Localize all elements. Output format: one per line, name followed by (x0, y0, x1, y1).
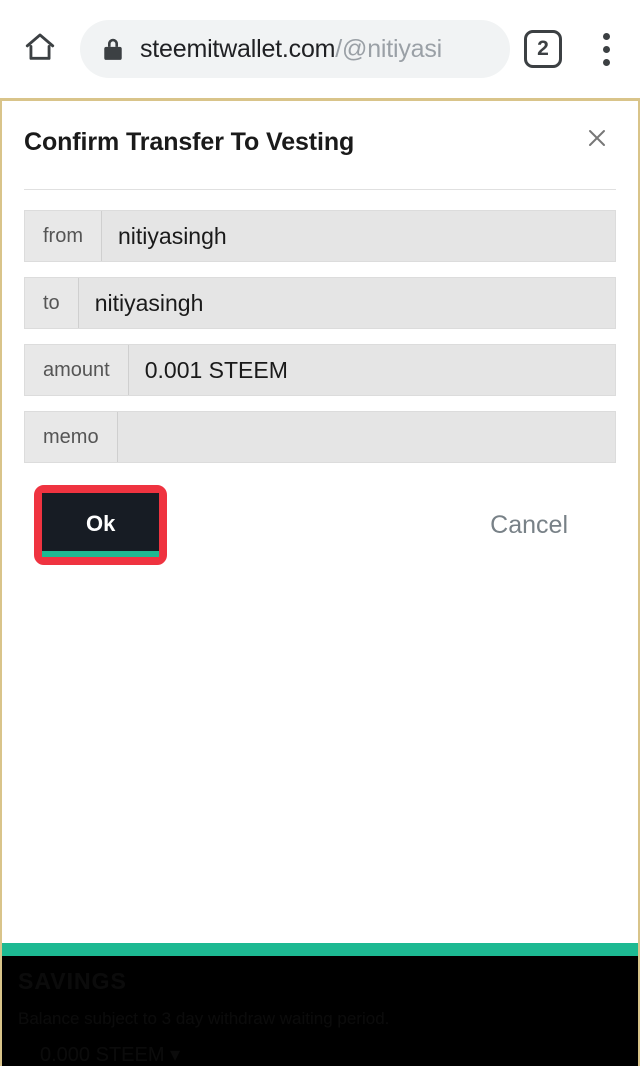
field-label-to: to (25, 278, 79, 328)
home-icon (23, 30, 57, 69)
browser-toolbar: steemitwallet.com/@nitiyasi 2 (0, 0, 640, 98)
menu-dot-3 (602, 58, 610, 66)
dialog-divider (24, 189, 616, 190)
field-row-from: from nitiyasingh (24, 210, 616, 262)
field-value-to[interactable]: nitiyasingh (78, 278, 615, 328)
confirm-transfer-dialog: Confirm Transfer To Vesting from nitiyas… (2, 101, 638, 565)
field-value-from[interactable]: nitiyasingh (102, 211, 615, 261)
menu-dot-1 (602, 32, 610, 40)
field-value-memo[interactable] (117, 412, 615, 462)
field-row-amount: amount 0.001 STEEM (24, 344, 616, 396)
savings-heading: SAVINGS (18, 968, 626, 996)
address-bar-text: steemitwallet.com/@nitiyasi (140, 35, 442, 64)
field-row-to: to nitiyasingh (24, 277, 616, 329)
url-domain: steemitwallet.com (140, 34, 336, 63)
tab-counter-button[interactable]: 2 (524, 30, 562, 68)
savings-steem-balance[interactable]: 0.000 STEEM ▾ (18, 1042, 626, 1066)
ok-button-highlight: Ok (34, 485, 168, 565)
field-value-amount[interactable]: 0.001 STEEM (128, 345, 615, 395)
accent-rule (2, 943, 638, 956)
page-viewport: Confirm Transfer To Vesting from nitiyas… (0, 98, 640, 1066)
savings-description: Balance subject to 3 day withdraw waitin… (18, 1008, 626, 1030)
home-button[interactable] (14, 23, 66, 75)
overflow-menu-icon[interactable] (586, 23, 626, 75)
close-button[interactable] (580, 123, 614, 157)
cancel-button[interactable]: Cancel (486, 505, 572, 546)
field-row-memo: memo (24, 411, 616, 463)
dialog-actions: Ok Cancel (22, 485, 618, 565)
close-icon (585, 126, 609, 155)
lock-icon (102, 37, 124, 61)
field-label-amount: amount (25, 345, 129, 395)
field-label-memo: memo (25, 412, 118, 462)
field-label-from: from (25, 211, 102, 261)
menu-dot-2 (602, 45, 610, 53)
dialog-header: Confirm Transfer To Vesting (22, 123, 618, 157)
address-bar[interactable]: steemitwallet.com/@nitiyasi (80, 20, 510, 78)
dialog-title: Confirm Transfer To Vesting (24, 128, 355, 156)
url-path: /@nitiyasi (335, 34, 443, 63)
dimmed-page-content: SAVINGS Balance subject to 3 day withdra… (2, 956, 638, 1066)
ok-button[interactable]: Ok (42, 493, 160, 557)
